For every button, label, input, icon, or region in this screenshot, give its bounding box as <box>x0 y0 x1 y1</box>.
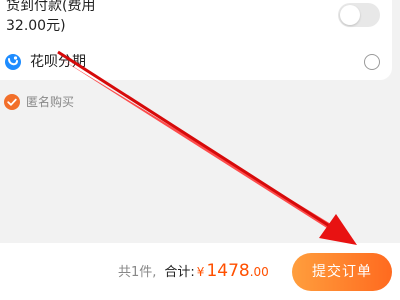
cash-on-delivery-row[interactable]: 货到付款(费用 32.00元) <box>0 0 392 40</box>
huabei-icon <box>4 53 22 71</box>
total-amount: 1478 <box>206 261 250 281</box>
huabei-installment-row[interactable]: 花呗分期 <box>0 46 392 80</box>
total-label: 合计: <box>164 265 195 280</box>
checkout-bar: 共1件, 合计: ¥1478.00 提交订单 <box>0 243 400 300</box>
cash-on-delivery-label: 货到付款(费用 32.00元) <box>6 0 96 34</box>
total-amount-decimal: .00 <box>249 265 269 279</box>
submit-order-button[interactable]: 提交订单 <box>292 253 392 291</box>
payment-options-card: 货到付款(费用 32.00元) 花呗分期 <box>0 0 392 80</box>
toggle-knob <box>340 5 360 25</box>
currency-symbol: ¥ <box>196 265 205 279</box>
item-count: 共1件, <box>118 265 157 280</box>
checkmark-icon[interactable] <box>4 94 20 110</box>
cash-on-delivery-toggle[interactable] <box>338 3 380 27</box>
order-confirm-screen: 货到付款(费用 32.00元) 花呗分期 匿名购买 共1件, 合计: ¥ 147… <box>0 0 400 300</box>
huabei-radio-button[interactable] <box>364 54 380 70</box>
anonymous-purchase-label: 匿名购买 <box>26 95 75 109</box>
huabei-installment-label: 花呗分期 <box>30 54 86 70</box>
order-summary: 共1件, 合计: ¥1478.00 <box>118 260 269 284</box>
